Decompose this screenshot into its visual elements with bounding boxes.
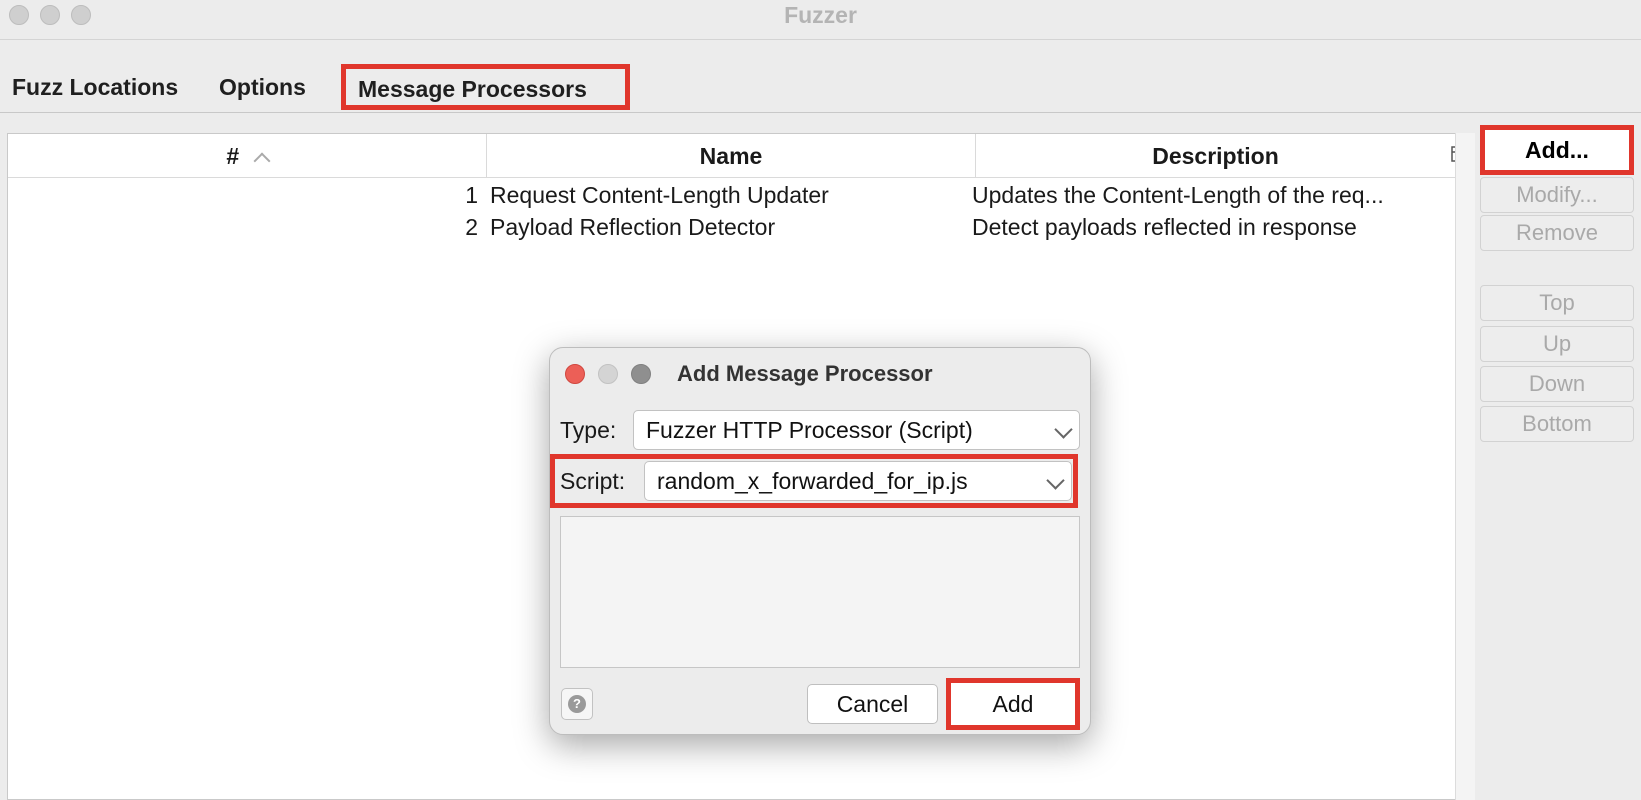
window-titlebar: Fuzzer: [0, 0, 1641, 40]
script-select-value: random_x_forwarded_for_ip.js: [657, 468, 968, 494]
column-header-description[interactable]: Description: [976, 134, 1456, 178]
modify-button[interactable]: Modify...: [1480, 177, 1634, 213]
tab-divider: [0, 112, 1641, 113]
window-title: Fuzzer: [784, 2, 857, 28]
move-top-button[interactable]: Top: [1480, 285, 1634, 321]
chevron-down-icon: [1046, 471, 1065, 490]
column-header-name[interactable]: Name: [487, 134, 976, 178]
row-2-description: Detect payloads reflected in response: [972, 214, 1357, 240]
cancel-button[interactable]: Cancel: [807, 684, 938, 724]
row-1-name[interactable]: Request Content-Length Updater: [490, 179, 970, 211]
chevron-down-icon: [1054, 420, 1073, 439]
move-bottom-button[interactable]: Bottom: [1480, 406, 1634, 442]
tab-fuzz-locations[interactable]: Fuzz Locations: [0, 64, 190, 110]
row-1-number: 1: [465, 182, 478, 208]
add-message-processor-dialog: Add Message Processor Type: Fuzzer HTTP …: [549, 347, 1091, 735]
help-icon: ?: [568, 695, 586, 713]
dialog-title: Add Message Processor: [677, 361, 933, 386]
script-select[interactable]: random_x_forwarded_for_ip.js: [644, 461, 1072, 501]
type-label: Type:: [560, 417, 617, 443]
type-select[interactable]: Fuzzer HTTP Processor (Script): [633, 410, 1080, 450]
table-scrollbar[interactable]: [1455, 133, 1475, 800]
move-up-button[interactable]: Up: [1480, 326, 1634, 362]
column-header-number-label: #: [226, 143, 240, 169]
column-header-number[interactable]: #: [8, 134, 487, 178]
script-label: Script:: [560, 468, 626, 494]
row-1-description: Updates the Content-Length of the req...: [972, 182, 1384, 208]
row-2-name[interactable]: Payload Reflection Detector: [490, 211, 970, 243]
add-processor-button[interactable]: Add...: [1480, 125, 1634, 175]
help-button[interactable]: ?: [561, 688, 593, 720]
type-select-value: Fuzzer HTTP Processor (Script): [646, 417, 973, 443]
tab-message-processors[interactable]: Message Processors: [341, 64, 630, 110]
row-2-number: 2: [465, 214, 478, 240]
tab-options[interactable]: Options: [207, 64, 318, 110]
move-down-button[interactable]: Down: [1480, 366, 1634, 402]
remove-button[interactable]: Remove: [1480, 215, 1634, 251]
add-button[interactable]: Add: [946, 678, 1080, 730]
sort-ascending-icon: [253, 152, 271, 170]
processor-description-area: [560, 516, 1080, 668]
